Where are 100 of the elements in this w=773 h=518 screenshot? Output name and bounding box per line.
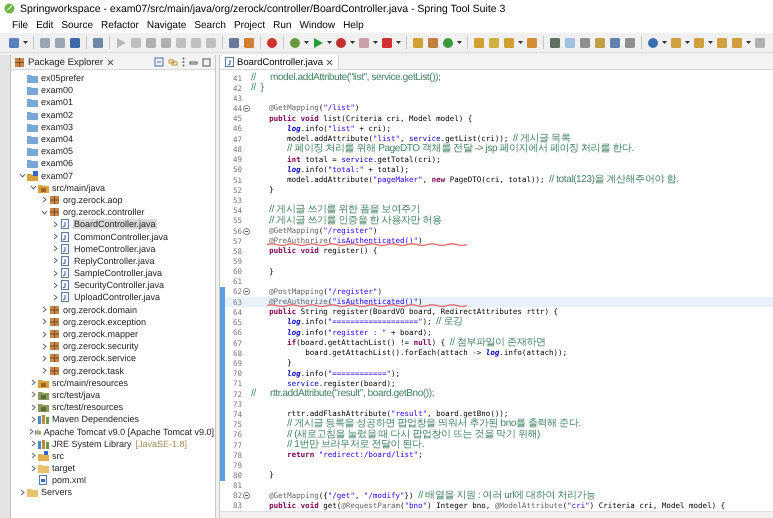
fold-minus-icon[interactable] <box>243 288 250 296</box>
chevron-right-icon[interactable] <box>52 245 58 252</box>
link-icon[interactable] <box>168 57 178 67</box>
tree-item[interactable]: Maven Dependencies <box>51 414 140 424</box>
square-icon[interactable] <box>228 36 240 48</box>
menu-item[interactable]: Window <box>295 20 340 30</box>
menu-item[interactable]: Edit <box>32 20 58 30</box>
square-icon[interactable] <box>92 36 104 48</box>
tree-item[interactable]: exam00 <box>40 85 74 96</box>
collapse-all-icon[interactable] <box>154 57 164 67</box>
tree-item[interactable]: ex05prefer <box>40 73 86 84</box>
tree-item[interactable]: org.zerock.security <box>62 341 140 352</box>
close-icon[interactable] <box>326 58 334 66</box>
caret-icon[interactable] <box>518 41 523 44</box>
chevron-right-icon[interactable] <box>52 233 58 240</box>
tree-item[interactable]: src <box>51 450 65 461</box>
menu-item[interactable]: Search <box>190 20 230 30</box>
tree-item[interactable]: JRE System Library <box>51 438 133 449</box>
chevron-right-icon[interactable] <box>18 488 26 496</box>
chevron-right-icon[interactable] <box>40 318 48 326</box>
chevron-right-icon[interactable] <box>40 342 48 350</box>
tree-item[interactable]: src/main/resources <box>51 378 130 388</box>
chevron-down-icon[interactable] <box>18 172 26 180</box>
tree-item[interactable]: org.zerock.aop <box>62 194 124 205</box>
chevron-right-icon[interactable] <box>30 379 36 386</box>
caret-icon[interactable] <box>304 41 309 44</box>
maximize-icon[interactable] <box>202 58 211 66</box>
chevron-right-icon[interactable] <box>28 428 35 436</box>
menu-item[interactable]: Help <box>339 20 368 30</box>
menu-item[interactable]: Source <box>57 20 98 30</box>
tree-item[interactable]: src/test/resources <box>51 402 124 412</box>
close-icon[interactable] <box>106 58 114 66</box>
circle-icon[interactable] <box>647 36 659 48</box>
caret-icon[interactable] <box>350 41 355 44</box>
menu-item[interactable]: Navigate <box>142 20 190 30</box>
chevron-down-icon[interactable] <box>30 184 36 192</box>
square-icon[interactable] <box>579 36 591 48</box>
chevron-right-icon[interactable] <box>30 404 36 411</box>
circle-icon[interactable] <box>335 36 347 48</box>
tree-item[interactable]: SampleController.java <box>73 268 164 278</box>
square-icon[interactable] <box>609 36 621 48</box>
chevron-right-icon[interactable] <box>52 257 58 264</box>
tree-item[interactable]: CommonController.java <box>73 232 170 242</box>
tree-item[interactable]: ReplyController.java <box>73 256 156 266</box>
caret-icon[interactable] <box>685 41 690 44</box>
chevron-right-icon[interactable] <box>40 306 48 314</box>
tree-item[interactable]: exam05 <box>40 146 74 156</box>
caret-icon[interactable] <box>708 41 713 44</box>
editor-tab[interactable]: BoardController.java <box>220 55 340 69</box>
tree-item[interactable]: exam01 <box>40 97 74 108</box>
square-icon[interactable] <box>8 36 20 48</box>
square-icon[interactable] <box>549 36 561 48</box>
square-icon[interactable] <box>381 36 393 48</box>
caret-icon[interactable] <box>457 41 462 44</box>
chevron-right-icon[interactable] <box>30 391 36 398</box>
tree-item[interactable]: src/main/java <box>51 182 106 193</box>
chevron-right-icon[interactable] <box>52 270 58 277</box>
fold-minus-icon[interactable] <box>243 228 250 235</box>
caret-icon[interactable] <box>746 41 751 44</box>
chevron-right-icon[interactable] <box>52 282 58 289</box>
caret-icon[interactable] <box>327 41 332 44</box>
circle-icon[interactable] <box>266 36 278 48</box>
menu-item[interactable]: Run <box>269 20 296 30</box>
tree-item[interactable]: Servers <box>40 487 74 498</box>
tree-item[interactable]: UploadController.java <box>73 292 162 302</box>
tree-item[interactable]: target <box>51 463 76 474</box>
caret-icon[interactable] <box>23 41 28 44</box>
tree-item[interactable]: exam06 <box>40 158 74 168</box>
tree-item[interactable]: pom.xml <box>51 475 88 486</box>
tree-item[interactable]: src/test/java <box>51 390 102 400</box>
tree-item[interactable]: exam02 <box>40 110 74 120</box>
tree-item[interactable]: SecurityController.java <box>73 280 166 290</box>
tree-item[interactable]: exam07 <box>40 170 74 181</box>
chevron-right-icon[interactable] <box>52 294 58 301</box>
tree-item[interactable]: org.zerock.service <box>62 353 138 364</box>
chevron-right-icon[interactable] <box>30 452 36 460</box>
menu-item[interactable]: Project <box>230 20 270 30</box>
tree-item[interactable]: BoardController.java <box>73 219 157 230</box>
square-icon[interactable] <box>243 36 255 48</box>
chevron-down-icon[interactable] <box>40 208 48 216</box>
chevron-right-icon[interactable] <box>30 416 36 423</box>
chevron-right-icon[interactable] <box>40 367 48 374</box>
tree-item[interactable]: HomeController.java <box>73 244 157 254</box>
caret-icon[interactable] <box>396 41 401 44</box>
menu-item[interactable]: Refactor <box>97 20 143 30</box>
caret-icon[interactable] <box>373 41 378 44</box>
view-menu-icon[interactable] <box>182 57 185 67</box>
horizontal-scrollbar[interactable] <box>220 511 773 518</box>
tree-item[interactable]: org.zerock.controller <box>62 207 146 218</box>
square-icon[interactable] <box>624 36 636 48</box>
menu-item[interactable]: File <box>8 20 32 30</box>
square-icon[interactable] <box>69 36 81 48</box>
fold-minus-icon[interactable] <box>243 105 250 112</box>
chevron-right-icon[interactable] <box>30 464 36 472</box>
tree-item[interactable]: org.zerock.task <box>62 366 126 376</box>
tree-item[interactable]: org.zerock.exception <box>62 316 148 327</box>
tree-item[interactable]: exam04 <box>40 134 74 144</box>
tree-item[interactable]: org.zerock.domain <box>62 304 138 315</box>
chevron-right-icon[interactable] <box>40 354 48 362</box>
chevron-right-icon[interactable] <box>40 330 48 338</box>
